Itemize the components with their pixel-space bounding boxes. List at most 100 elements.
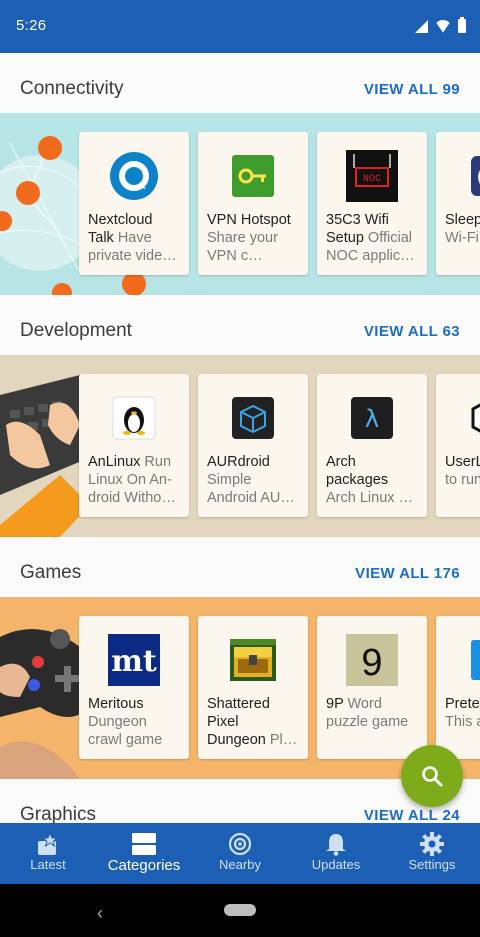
back-icon[interactable]: ‹ [97, 903, 103, 924]
aurdroid-box-icon [227, 392, 279, 444]
userland-icon [465, 392, 480, 444]
app-card[interactable]: VPN Hotspot Share your VPN c… [198, 132, 308, 275]
app-name: Meritous [88, 696, 144, 712]
app-card-text: Nextcloud Talk Have private vide… [88, 211, 181, 265]
battery-icon [458, 17, 466, 33]
gear-icon [419, 832, 445, 856]
app-name: AnLinux [88, 454, 141, 470]
categories-icon [131, 832, 157, 856]
app-card-text: Arch packages Arch Linux … [326, 453, 419, 507]
app-card-row: AnLinux Run Linux On An-droid Witho… AUR… [79, 374, 480, 517]
app-card-text: VPN Hotspot Share your VPN c… [207, 211, 300, 265]
app-name: VPN Hotspot [207, 212, 291, 228]
star-list-icon [35, 832, 61, 856]
app-card-text: 35C3 Wifi Setup Official NOC applic… [326, 211, 419, 265]
app-card-text: Prete You're This a [445, 695, 480, 731]
app-card-text: 9P Word puzzle game [326, 695, 419, 731]
pretend-icon [465, 634, 480, 686]
signal-icon [415, 19, 428, 33]
view-all-button[interactable]: VIEW ALL 176 [355, 565, 460, 582]
category-header: Development VIEW ALL 63 [0, 295, 480, 355]
app-name: UserL [445, 454, 480, 470]
svg-text:mt: mt [111, 644, 157, 679]
app-card-text: Sleep Disab Wi-Fi [445, 211, 480, 247]
app-card[interactable]: Sleep Disab Wi-Fi [436, 132, 480, 275]
app-name: Arch packages [326, 454, 389, 488]
app-card[interactable]: NOC 35C3 Wifi Setup Official NOC applic… [317, 132, 427, 275]
category-title: Development [20, 320, 132, 341]
nine-p-icon: 9 [346, 634, 398, 686]
app-card[interactable]: λ Arch packages Arch Linux … [317, 374, 427, 517]
nav-label: Categories [107, 857, 181, 874]
app-card-row: mt Meritous Dungeon crawl game Shattered… [79, 616, 480, 759]
app-summary: Arch Linux … [326, 490, 414, 506]
app-card[interactable]: mt Meritous Dungeon crawl game [79, 616, 189, 759]
category-banner[interactable]: mt Meritous Dungeon crawl game Shattered… [0, 597, 480, 779]
nav-nearby[interactable]: Nearby [192, 823, 288, 884]
svg-text:9: 9 [361, 642, 382, 684]
app-name: Shattered Pixel Dungeon [207, 696, 270, 748]
lambda-icon: λ [346, 392, 398, 444]
svg-text:NOC: NOC [363, 174, 381, 185]
category-banner[interactable]: AnLinux Run Linux On An-droid Witho… AUR… [0, 355, 480, 537]
home-pill-icon[interactable] [224, 904, 256, 916]
view-all-button[interactable]: VIEW ALL 24 [364, 807, 460, 824]
nav-label: Nearby [219, 857, 261, 872]
nav-label: Latest [30, 857, 66, 872]
app-card-text: Meritous Dungeon crawl game [88, 695, 181, 749]
app-card-text: UserL Easie to run [445, 453, 480, 489]
nav-settings[interactable]: Settings [384, 823, 480, 884]
wifi-icon [435, 20, 451, 33]
category-games: Games VIEW ALL 176 mt Meritous Dungeon c… [0, 537, 480, 779]
app-name: 9P [326, 696, 344, 712]
app-card-text: AURdroid Simple Android AU… [207, 453, 300, 507]
category-connectivity: Connectivity VIEW ALL 99 Nextcloud Talk … [0, 53, 480, 295]
nav-latest[interactable]: Latest [0, 823, 96, 884]
nearby-icon [227, 832, 253, 856]
noc-wifi-icon: NOC [346, 150, 398, 202]
fdroid-categories-screen: 5:26 Connectivity VIEW ALL 99 Nextcloud … [0, 0, 480, 937]
app-summary: Share your VPN c… [207, 230, 278, 264]
app-card-text: Shattered Pixel Dungeon Pl… [207, 695, 300, 749]
category-banner[interactable]: Nextcloud Talk Have private vide… VPN Ho… [0, 113, 480, 295]
app-card[interactable]: Prete You're This a [436, 616, 480, 759]
view-all-button[interactable]: VIEW ALL 63 [364, 323, 460, 340]
app-card[interactable]: UserL Easie to run [436, 374, 480, 517]
nav-updates[interactable]: Updates [288, 823, 384, 884]
app-card[interactable]: AnLinux Run Linux On An-droid Witho… [79, 374, 189, 517]
category-development: Development VIEW ALL 63 AnLinux Run Linu… [0, 295, 480, 537]
app-card[interactable]: AURdroid Simple Android AU… [198, 374, 308, 517]
app-card-row: Nextcloud Talk Have private vide… VPN Ho… [79, 132, 480, 275]
search-icon [422, 766, 443, 787]
nextcloud-talk-icon [108, 150, 160, 202]
status-time: 5:26 [16, 17, 47, 34]
treasure-chest-icon [227, 634, 279, 686]
app-summary: Simple Android AU… [207, 472, 295, 506]
status-icons [415, 17, 466, 33]
app-card[interactable]: Shattered Pixel Dungeon Pl… [198, 616, 308, 759]
category-title: Games [20, 562, 82, 583]
sleep-icon [465, 150, 480, 202]
vpn-hotspot-icon [227, 150, 279, 202]
category-header: Connectivity VIEW ALL 99 [0, 53, 480, 113]
view-all-button[interactable]: VIEW ALL 99 [364, 81, 460, 98]
app-name: Sleep [445, 212, 480, 228]
bell-icon [323, 832, 349, 856]
nav-label: Settings [408, 857, 456, 872]
app-summary: Pl… [265, 732, 298, 748]
app-card[interactable]: 9 9P Word puzzle game [317, 616, 427, 759]
app-card[interactable]: Nextcloud Talk Have private vide… [79, 132, 189, 275]
search-fab[interactable] [401, 745, 463, 807]
category-title: Connectivity [20, 78, 124, 99]
status-bar: 5:26 [0, 0, 480, 53]
nav-label: Updates [311, 857, 361, 872]
app-name: Prete [445, 696, 480, 712]
bottom-navigation: Latest Categories Nearby Updates Setting… [0, 823, 480, 884]
meritous-mt-icon: mt [108, 634, 160, 686]
svg-text:λ: λ [365, 405, 379, 433]
app-summary: Dungeon crawl game [88, 714, 163, 748]
nav-categories[interactable]: Categories [96, 823, 192, 884]
app-card-text: AnLinux Run Linux On An-droid Witho… [88, 453, 181, 507]
category-header: Games VIEW ALL 176 [0, 537, 480, 597]
tux-penguin-icon [108, 392, 160, 444]
